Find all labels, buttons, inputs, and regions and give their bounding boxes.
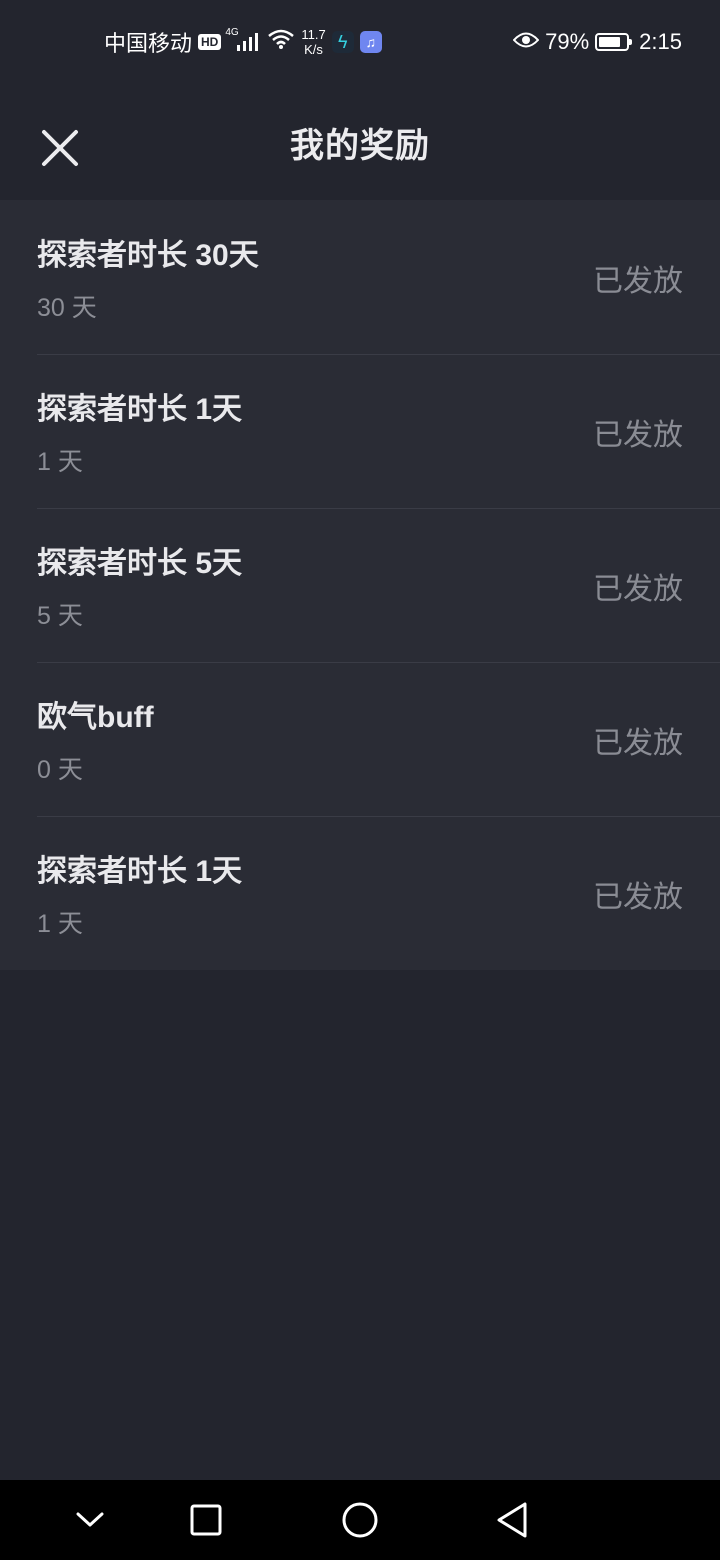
battery-fill <box>599 37 621 47</box>
status-left: 中国移动 HD 4G 11.7 K/s ϟ ♫ <box>104 26 382 58</box>
reward-name: 探索者时长 1天 <box>37 855 243 888</box>
page-header: 我的奖励 <box>0 84 720 200</box>
square-icon <box>190 1504 222 1536</box>
nav-down-button[interactable] <box>66 1496 114 1544</box>
reward-item[interactable]: 探索者时长 1天 1 天 已发放 <box>0 354 720 508</box>
close-icon <box>42 130 78 166</box>
clock: 2:15 <box>639 29 682 54</box>
reward-status: 已发放 <box>593 265 683 298</box>
speed-value: 11.7 <box>301 27 326 42</box>
battery-icon <box>595 33 633 51</box>
close-button[interactable] <box>36 124 84 172</box>
nav-back-button[interactable] <box>488 1496 536 1544</box>
reward-name: 探索者时长 5天 <box>37 547 243 580</box>
rewards-screen: 中国移动 HD 4G 11.7 K/s ϟ ♫ 79% 2:15 我的奖励 探索… <box>0 0 720 1560</box>
reward-status: 已发放 <box>593 727 683 760</box>
reward-name: 探索者时长 1天 <box>37 393 243 426</box>
nav-home-button[interactable] <box>336 1496 384 1544</box>
reward-status: 已发放 <box>593 573 683 606</box>
signal-icon: 4G <box>225 27 261 53</box>
system-nav-bar <box>0 1480 720 1560</box>
chevron-down-icon <box>76 1512 104 1527</box>
circle-icon <box>342 1502 378 1538</box>
status-right: 79% 2:15 <box>512 29 682 55</box>
reward-duration: 1 天 <box>37 910 83 938</box>
reward-list: 探索者时长 30天 30 天 已发放 探索者时长 1天 1 天 已发放 探索者时… <box>0 200 720 970</box>
reward-item[interactable]: 欧气buff 0 天 已发放 <box>0 662 720 816</box>
reward-duration: 1 天 <box>37 448 83 476</box>
triangle-back-icon <box>497 1502 527 1538</box>
battery-percent: 79% <box>545 29 590 54</box>
reward-duration: 30 天 <box>37 294 97 322</box>
page-title: 我的奖励 <box>290 126 430 165</box>
nav-recent-button[interactable] <box>182 1496 230 1544</box>
hd-badge: HD <box>198 34 222 50</box>
network-type: 4G <box>225 27 239 38</box>
reward-status: 已发放 <box>593 419 683 452</box>
reward-status: 已发放 <box>593 881 683 914</box>
reward-name: 探索者时长 30天 <box>37 239 259 272</box>
reward-item[interactable]: 探索者时长 5天 5 天 已发放 <box>0 508 720 662</box>
app-notification-icon: ϟ <box>331 31 354 53</box>
network-speed: 11.7 K/s <box>301 27 325 57</box>
reward-item[interactable]: 探索者时长 1天 1 天 已发放 <box>0 816 720 970</box>
reward-duration: 5 天 <box>37 602 83 630</box>
status-bar: 中国移动 HD 4G 11.7 K/s ϟ ♫ 79% 2:15 <box>0 0 720 84</box>
speed-unit: K/s <box>304 42 323 57</box>
music-app-icon: ♫ <box>359 31 382 53</box>
carrier-name: 中国移动 <box>104 31 193 56</box>
wifi-icon <box>267 28 295 56</box>
reward-name: 欧气buff <box>37 701 154 734</box>
eye-icon <box>512 29 540 55</box>
reward-item[interactable]: 探索者时长 30天 30 天 已发放 <box>0 200 720 354</box>
reward-duration: 0 天 <box>37 756 83 784</box>
